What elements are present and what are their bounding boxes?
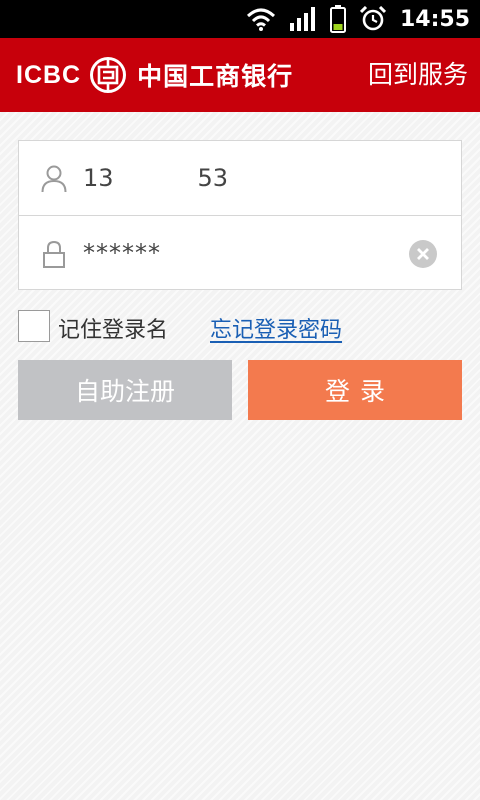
status-bar: 14:55 — [0, 0, 480, 38]
forgot-password-link[interactable]: 忘记登录密码 — [210, 312, 342, 344]
wifi-icon — [246, 7, 276, 31]
back-to-service-link[interactable]: 回到服务 — [368, 38, 468, 112]
signal-icon — [289, 7, 316, 31]
brand: ICBC 中国工商银行 — [16, 38, 293, 112]
login-form — [18, 140, 462, 290]
app-header: ICBC 中国工商银行 回到服务 — [0, 38, 480, 112]
options-row: 记住登录名 忘记登录密码 — [18, 308, 462, 344]
login-button[interactable]: 登录 — [248, 360, 462, 420]
battery-icon — [329, 5, 346, 33]
alarm-icon — [359, 6, 386, 32]
brand-latin: ICBC — [16, 60, 82, 89]
remember-label: 记住登录名 — [58, 318, 169, 343]
status-clock: 14:55 — [399, 6, 470, 32]
lock-icon — [41, 240, 67, 268]
password-input[interactable] — [83, 234, 383, 272]
remember-checkbox[interactable] — [18, 310, 50, 342]
username-input[interactable] — [83, 159, 403, 197]
username-row — [19, 141, 461, 215]
clear-icon[interactable] — [409, 240, 437, 268]
password-row — [19, 215, 461, 289]
register-button[interactable]: 自助注册 — [18, 360, 232, 420]
brand-name: 中国工商银行 — [137, 62, 294, 91]
user-icon — [41, 165, 67, 193]
status-icons: 14:55 — [246, 0, 480, 38]
icbc-logo-icon — [89, 56, 127, 94]
